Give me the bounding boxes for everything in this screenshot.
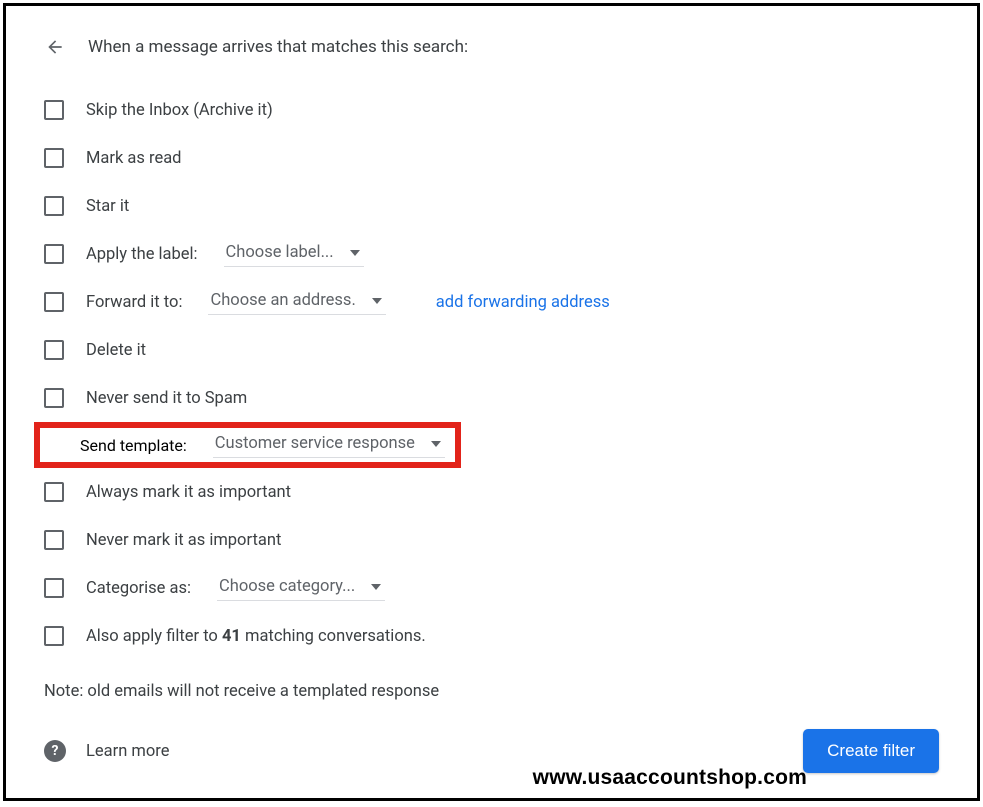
option-star-it: Star it [44, 182, 939, 230]
label-also-apply: Also apply filter to 41 matching convers… [86, 627, 426, 646]
dropdown-forward-to-text: Choose an address. [210, 291, 355, 310]
checkbox-always-important[interactable] [44, 482, 64, 502]
chevron-down-icon [371, 584, 381, 590]
label-mark-read: Mark as read [86, 149, 181, 168]
checkbox-apply-label[interactable] [44, 244, 64, 264]
also-apply-suffix: matching conversations. [241, 627, 426, 646]
option-never-spam: Never send it to Spam [44, 374, 939, 422]
option-always-important: Always mark it as important [44, 468, 939, 516]
checkbox-mark-read[interactable] [44, 148, 64, 168]
option-never-important: Never mark it as important [44, 516, 939, 564]
checkbox-skip-inbox[interactable] [44, 100, 64, 120]
help-icon[interactable]: ? [44, 740, 66, 762]
label-forward-to: Forward it to: [86, 293, 182, 312]
chevron-down-icon [350, 250, 360, 256]
create-filter-button[interactable]: Create filter [803, 729, 939, 773]
learn-more-group: ? Learn more [44, 740, 169, 762]
chevron-down-icon [372, 298, 382, 304]
checkbox-never-spam[interactable] [44, 388, 64, 408]
also-apply-count: 41 [222, 627, 241, 646]
label-always-important: Always mark it as important [86, 483, 291, 502]
dropdown-send-template[interactable]: Customer service response [213, 432, 445, 458]
header-title: When a message arrives that matches this… [88, 37, 468, 57]
label-never-important: Never mark it as important [86, 531, 281, 550]
option-also-apply: Also apply filter to 41 matching convers… [44, 612, 939, 660]
link-add-forwarding[interactable]: add forwarding address [436, 293, 610, 312]
back-arrow-icon[interactable] [44, 36, 66, 58]
header-row: When a message arrives that matches this… [44, 36, 939, 58]
also-apply-prefix: Also apply filter to [86, 627, 222, 646]
option-skip-inbox: Skip the Inbox (Archive it) [44, 86, 939, 134]
dropdown-send-template-text: Customer service response [215, 434, 415, 453]
label-skip-inbox: Skip the Inbox (Archive it) [86, 101, 273, 120]
option-categorise-as: Categorise as: Choose category... [44, 564, 939, 612]
dropdown-forward-to[interactable]: Choose an address. [208, 289, 385, 315]
learn-more-link[interactable]: Learn more [86, 742, 169, 761]
checkbox-categorise-as[interactable] [44, 578, 64, 598]
checkbox-forward-to[interactable] [44, 292, 64, 312]
option-forward-to: Forward it to: Choose an address. add fo… [44, 278, 939, 326]
checkbox-delete-it[interactable] [44, 340, 64, 360]
dropdown-apply-label-text: Choose label... [226, 243, 334, 262]
watermark-text: www.usaaccountshop.com [533, 766, 807, 790]
dropdown-apply-label[interactable]: Choose label... [224, 241, 364, 267]
checkbox-never-important[interactable] [44, 530, 64, 550]
checkbox-also-apply[interactable] [44, 626, 64, 646]
dropdown-categorise-as[interactable]: Choose category... [217, 575, 385, 601]
option-delete-it: Delete it [44, 326, 939, 374]
label-never-spam: Never send it to Spam [86, 389, 247, 408]
note-text: Note: old emails will not receive a temp… [44, 682, 939, 701]
label-apply-label: Apply the label: [86, 245, 198, 264]
label-send-template: Send template: [80, 436, 187, 455]
checkbox-send-template[interactable] [44, 436, 58, 455]
filter-actions-panel: When a message arrives that matches this… [3, 3, 980, 801]
label-categorise-as: Categorise as: [86, 579, 191, 598]
option-apply-label: Apply the label: Choose label... [44, 230, 939, 278]
dropdown-categorise-as-text: Choose category... [219, 577, 355, 596]
chevron-down-icon [431, 441, 441, 447]
highlighted-send-template: Send template: Customer service response [34, 422, 461, 468]
checkbox-star-it[interactable] [44, 196, 64, 216]
label-star-it: Star it [86, 197, 129, 216]
option-mark-read: Mark as read [44, 134, 939, 182]
label-delete-it: Delete it [86, 341, 146, 360]
